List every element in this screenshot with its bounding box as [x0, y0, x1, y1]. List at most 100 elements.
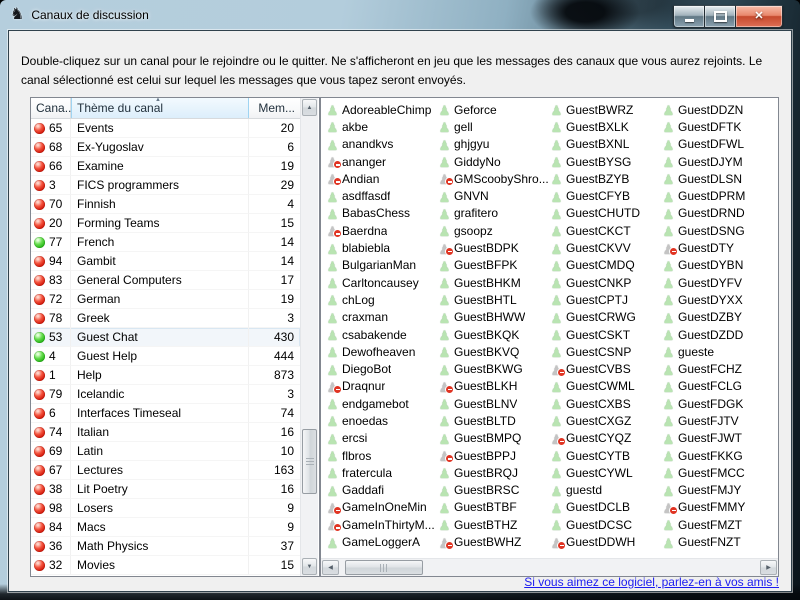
channel-row[interactable]: 72German19 [31, 290, 300, 309]
channel-row[interactable]: 98Losers9 [31, 499, 300, 518]
user-item[interactable]: ♟GuestBHKM [436, 274, 548, 291]
user-item[interactable]: ♟craxman [324, 309, 436, 326]
user-item[interactable]: ♟gsoopz [436, 222, 548, 239]
user-item[interactable]: ♟GuestDJYM [660, 153, 772, 170]
user-item[interactable]: ♟GuestBMPQ [436, 430, 548, 447]
user-item[interactable]: ♟flbros [324, 447, 436, 464]
channel-row[interactable]: 77French14 [31, 233, 300, 252]
user-item[interactable]: ♟GuestFDGK [660, 395, 772, 412]
user-item[interactable]: ♟csabakende [324, 326, 436, 343]
channel-row[interactable]: 94Gambit14 [31, 252, 300, 271]
channel-row[interactable]: 69Latin10 [31, 442, 300, 461]
user-item[interactable]: ♟Draqnur [324, 378, 436, 395]
user-item[interactable]: ♟GuestFCLG [660, 378, 772, 395]
user-item[interactable]: ♟GuestDFTK [660, 118, 772, 135]
header-theme[interactable]: ▲ Thème du canal [71, 98, 249, 118]
share-link[interactable]: Si vous aimez ce logiciel, parlez-en à v… [524, 575, 779, 589]
channel-row[interactable]: 84Macs9 [31, 518, 300, 537]
channel-row[interactable]: 32Movies15 [31, 556, 300, 575]
user-item[interactable]: ♟GuestBRQJ [436, 464, 548, 481]
user-item[interactable]: ♟Andian [324, 170, 436, 187]
user-item[interactable]: ♟gell [436, 118, 548, 135]
user-item[interactable]: ♟GuestCYTB [548, 447, 660, 464]
channel-row[interactable]: 78Greek3 [31, 309, 300, 328]
user-item[interactable]: ♟GuestBHWW [436, 309, 548, 326]
user-item[interactable]: ♟GuestCSKT [548, 326, 660, 343]
user-item[interactable]: ♟GuestBFPK [436, 257, 548, 274]
user-item[interactable]: ♟AdoreableChimp [324, 101, 436, 118]
channel-row[interactable]: 20Forming Teams15 [31, 214, 300, 233]
user-item[interactable]: ♟GuestFMZT [660, 516, 772, 533]
user-item[interactable]: ♟GuestFCHZ [660, 360, 772, 377]
user-item[interactable]: ♟Baerdna [324, 222, 436, 239]
user-item[interactable]: ♟GuestFMJY [660, 482, 772, 499]
user-item[interactable]: ♟chLog [324, 291, 436, 308]
user-item[interactable]: ♟GuestBLTD [436, 412, 548, 429]
user-item[interactable]: ♟Gaddafi [324, 482, 436, 499]
user-item[interactable]: ♟GuestFKKG [660, 447, 772, 464]
user-item[interactable]: ♟GuestCRWG [548, 309, 660, 326]
user-item[interactable]: ♟GuestBKVQ [436, 343, 548, 360]
user-item[interactable]: ♟akbe [324, 118, 436, 135]
user-item[interactable]: ♟GuestBTBF [436, 499, 548, 516]
channel-row[interactable]: 3FICS programmers29 [31, 176, 300, 195]
scroll-down-button[interactable]: ▼ [302, 558, 317, 575]
user-item[interactable]: ♟GuestBHTL [436, 291, 548, 308]
scroll-left-button[interactable]: ◀ [322, 560, 339, 575]
header-members[interactable]: Mem... [249, 98, 300, 118]
user-item[interactable]: ♟GuestCYQZ [548, 430, 660, 447]
channels-vertical-scrollbar[interactable]: ▲ ▼ [300, 98, 318, 576]
user-item[interactable]: ♟fratercula [324, 464, 436, 481]
user-item[interactable]: ♟GuestBWHZ [436, 533, 548, 550]
user-item[interactable]: ♟GuestCXBS [548, 395, 660, 412]
user-item[interactable]: ♟GameInOneMin [324, 499, 436, 516]
user-item[interactable]: ♟enoedas [324, 412, 436, 429]
user-item[interactable]: ♟GuestBWRZ [548, 101, 660, 118]
user-item[interactable]: ♟GNVN [436, 187, 548, 204]
user-item[interactable]: ♟GuestBYSG [548, 153, 660, 170]
channel-row[interactable]: 70Finnish4 [31, 195, 300, 214]
user-item[interactable]: ♟GuestDZDD [660, 326, 772, 343]
user-item[interactable]: ♟Carltoncausey [324, 274, 436, 291]
user-item[interactable]: ♟GuestDTY [660, 239, 772, 256]
user-item[interactable]: ♟Geforce [436, 101, 548, 118]
user-item[interactable]: ♟GuestDCSC [548, 516, 660, 533]
user-item[interactable]: ♟GuestDYBN [660, 257, 772, 274]
user-item[interactable]: ♟GuestBRSC [436, 482, 548, 499]
user-item[interactable]: ♟GuestCNKP [548, 274, 660, 291]
user-item[interactable]: ♟blabiebla [324, 239, 436, 256]
user-item[interactable]: ♟GuestDSNG [660, 222, 772, 239]
channel-row[interactable]: 65Events20 [31, 119, 300, 138]
user-item[interactable]: ♟GuestFJTV [660, 412, 772, 429]
user-item[interactable]: ♟GuestCHUTD [548, 205, 660, 222]
user-item[interactable]: ♟ananger [324, 153, 436, 170]
user-item[interactable]: ♟GuestDPRM [660, 187, 772, 204]
user-item[interactable]: ♟GuestFMMY [660, 499, 772, 516]
channel-row[interactable]: 38Lit Poetry16 [31, 480, 300, 499]
user-item[interactable]: ♟GuestCWML [548, 378, 660, 395]
user-item[interactable]: ♟GuestBXNL [548, 136, 660, 153]
user-item[interactable]: ♟GuestDLSN [660, 170, 772, 187]
user-item[interactable]: ♟GameLoggerA [324, 533, 436, 550]
user-item[interactable]: ♟GuestDCLB [548, 499, 660, 516]
channel-row[interactable]: 67Lectures163 [31, 461, 300, 480]
user-item[interactable]: ♟grafitero [436, 205, 548, 222]
header-canal[interactable]: Cana... [31, 98, 71, 118]
user-item[interactable]: ♟GuestCKCT [548, 222, 660, 239]
user-item[interactable]: ♟GiddyNo [436, 153, 548, 170]
user-item[interactable]: ♟GuestCFYB [548, 187, 660, 204]
user-item[interactable]: ♟GuestFNZT [660, 533, 772, 550]
minimize-button[interactable] [673, 5, 704, 28]
user-item[interactable]: ♟GuestBZYB [548, 170, 660, 187]
channel-row[interactable]: 79Icelandic3 [31, 385, 300, 404]
user-item[interactable]: ♟GuestCYWL [548, 464, 660, 481]
user-item[interactable]: ♟GuestBTHZ [436, 516, 548, 533]
vertical-scrollbar-thumb[interactable] [302, 429, 317, 494]
user-item[interactable]: ♟DiegoBot [324, 360, 436, 377]
user-item[interactable]: ♟GuestFMCC [660, 464, 772, 481]
user-item[interactable]: ♟endgamebot [324, 395, 436, 412]
user-item[interactable]: ♟gueste [660, 343, 772, 360]
user-item[interactable]: ♟GuestDYXX [660, 291, 772, 308]
user-item[interactable]: ♟GuestBKQK [436, 326, 548, 343]
user-item[interactable]: ♟GuestFJWT [660, 430, 772, 447]
